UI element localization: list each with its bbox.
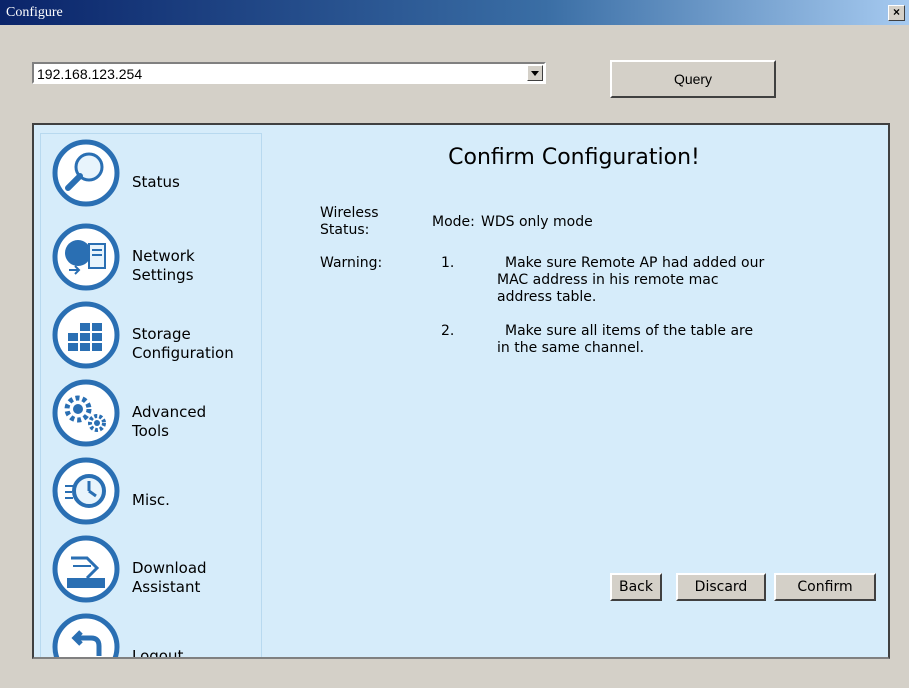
- page-title: Confirm Configuration!: [448, 145, 700, 170]
- query-button[interactable]: Query: [610, 60, 776, 98]
- address-combobox[interactable]: 192.168.123.254: [32, 62, 546, 84]
- content-area: Confirm Configuration! Wireless Status: …: [294, 125, 888, 657]
- mode-value: WDS only mode: [481, 214, 593, 230]
- close-button[interactable]: ×: [888, 5, 905, 21]
- sidebar-item-advanced-tools[interactable]: Advanced Tools: [47, 378, 257, 448]
- sidebar-item-label: Settings: [132, 266, 194, 284]
- warning-text: Make sure all items of the table are in …: [497, 323, 754, 356]
- address-value: 192.168.123.254: [37, 66, 143, 82]
- network-icon: [52, 223, 120, 291]
- sidebar-item-label: Advanced: [132, 403, 207, 421]
- confirm-button[interactable]: Confirm: [774, 573, 876, 601]
- mode-label: Mode:: [432, 214, 475, 230]
- sidebar-item-download-assistant[interactable]: Download Assistant: [47, 534, 257, 604]
- storage-grid-icon: [52, 301, 120, 369]
- warning-label: Warning:: [320, 255, 383, 271]
- sidebar-item-label: Storage: [132, 325, 191, 343]
- warning-text: Make sure Remote AP had added our MAC ad…: [497, 255, 765, 305]
- sidebar-item-label: Status: [132, 173, 180, 191]
- title-bar: Configure ×: [0, 0, 909, 25]
- sidebar-item-label: Misc.: [132, 491, 170, 509]
- gears-icon: [52, 379, 120, 447]
- back-arrow-icon: [52, 613, 120, 657]
- warning-number: 1.: [441, 255, 455, 271]
- magnifier-icon: [52, 139, 120, 207]
- sidebar: Status Network Settings Storage Configur…: [40, 133, 262, 659]
- window-title: Configure: [6, 5, 63, 20]
- sidebar-item-label: Download: [132, 559, 207, 577]
- sidebar-item-label: Assistant: [132, 578, 201, 596]
- sidebar-item-storage-configuration[interactable]: Storage Configuration: [47, 300, 257, 370]
- wireless-status-label: Wireless Status:: [320, 205, 379, 238]
- sidebar-item-label: Logout: [132, 647, 184, 659]
- sidebar-item-logout[interactable]: Logout: [47, 612, 257, 659]
- download-tray-icon: [52, 535, 120, 603]
- sidebar-item-label: Tools: [132, 422, 169, 440]
- sidebar-item-misc[interactable]: Misc.: [47, 456, 257, 526]
- sidebar-item-network-settings[interactable]: Network Settings: [47, 222, 257, 292]
- sidebar-item-label: Network: [132, 247, 195, 265]
- discard-button[interactable]: Discard: [676, 573, 766, 601]
- back-button[interactable]: Back: [610, 573, 662, 601]
- sidebar-item-label: Configuration: [132, 344, 234, 362]
- clock-icon: [52, 457, 120, 525]
- sidebar-item-status[interactable]: Status: [47, 138, 257, 208]
- warning-number: 2.: [441, 323, 455, 339]
- chevron-down-icon[interactable]: [527, 65, 543, 81]
- main-panel: Status Network Settings Storage Configur…: [32, 123, 890, 659]
